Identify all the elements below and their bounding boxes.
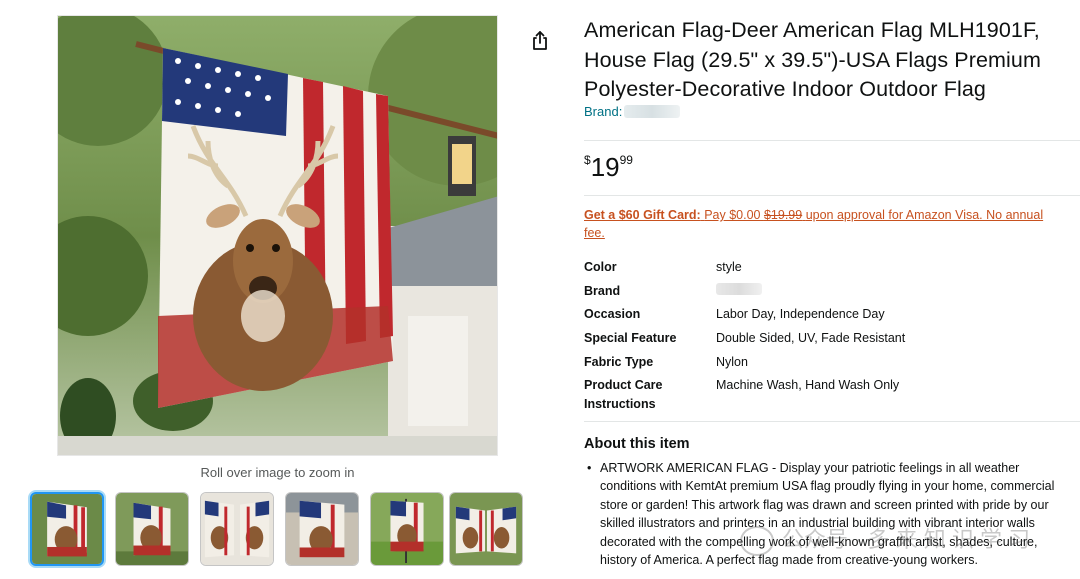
spec-label: Fabric Type: [584, 355, 654, 369]
thumbnail-2[interactable]: [115, 492, 189, 566]
spec-value: [716, 282, 1056, 301]
thumbnail-image: [371, 493, 443, 565]
spec-value: Nylon: [716, 355, 748, 369]
thumbnail-strip: [30, 492, 530, 568]
divider: [584, 195, 1080, 196]
share-icon[interactable]: [528, 29, 552, 53]
gift-card-lead: Get a $60 Gift Card:: [584, 208, 701, 222]
thumbnail-4[interactable]: [285, 492, 359, 566]
spec-label: Product Care Instructions: [584, 378, 663, 411]
spec-value: style: [716, 260, 742, 274]
price-whole: 19: [590, 152, 620, 182]
brand-name-redacted: [624, 105, 681, 118]
thumbnail-image: [116, 493, 188, 565]
gift-card-pay: Pay $0.00: [704, 208, 761, 222]
gift-card-offer-link[interactable]: Get a $60 Gift Card: Pay $0.00 $19.99 up…: [584, 206, 1064, 242]
thumbnail-image: [201, 493, 273, 565]
spec-value: Machine Wash, Hand Wash Only: [716, 378, 900, 392]
about-bullet-list: ARTWORK AMERICAN FLAG - Display your pat…: [584, 459, 1072, 569]
price-symbol: $: [584, 153, 591, 167]
spec-label: Color: [584, 260, 617, 274]
main-product-image[interactable]: [57, 15, 498, 456]
thumbnail-image: [286, 493, 358, 565]
thumbnail-3[interactable]: [200, 492, 274, 566]
spec-label: Brand: [584, 284, 621, 298]
thumbnail-6[interactable]: [449, 492, 523, 566]
thumbnail-1[interactable]: [30, 492, 104, 566]
gift-card-old-price: $19.99: [763, 208, 803, 222]
zoom-hint: Roll over image to zoom in: [200, 465, 355, 480]
deer-flag-image: [58, 16, 497, 455]
spec-label: Occasion: [584, 307, 641, 321]
thumbnail-5[interactable]: [370, 492, 444, 566]
brand-value-redacted: [716, 283, 762, 295]
thumbnail-image: [450, 493, 522, 565]
spec-value: Double Sided, UV, Fade Resistant: [716, 331, 906, 345]
divider: [584, 421, 1080, 422]
about-bullet: ARTWORK AMERICAN FLAG - Display your pat…: [584, 459, 1072, 569]
product-title: American Flag-Deer American Flag MLH1901…: [584, 18, 1042, 101]
spec-label: Special Feature: [584, 331, 677, 345]
spec-value: Labor Day, Independence Day: [716, 307, 885, 321]
brand-label: Brand:: [584, 104, 623, 119]
thumbnail-image: [32, 494, 102, 564]
price: $1999: [584, 152, 633, 183]
price-fraction: 99: [619, 153, 633, 167]
brand-link[interactable]: Brand:: [584, 104, 681, 119]
about-heading: About this item: [584, 436, 690, 452]
divider: [584, 140, 1080, 141]
